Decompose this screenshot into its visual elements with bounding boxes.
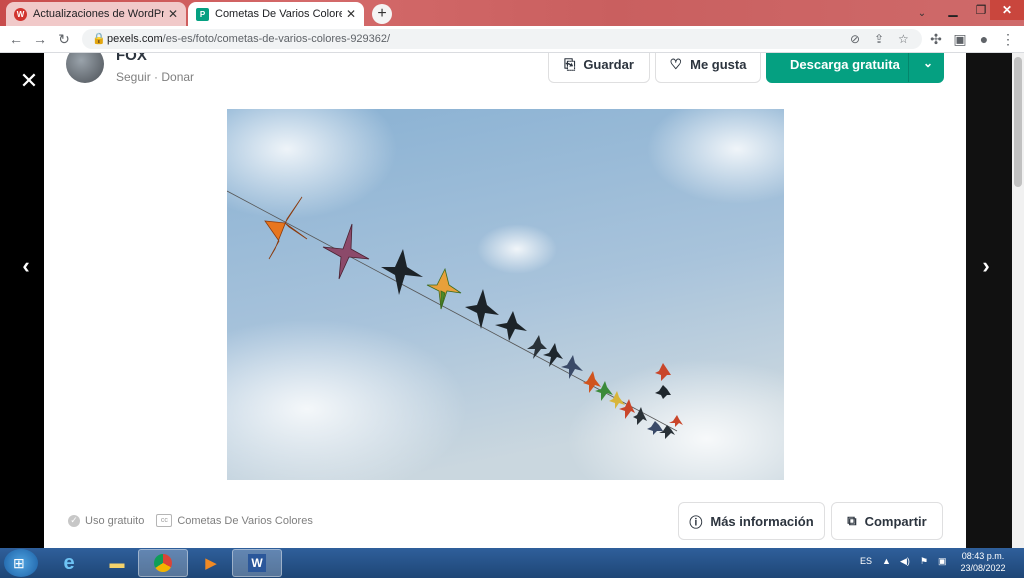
tab-title: Actualizaciones de WordPress ‹ D [33, 8, 164, 20]
clock-time: 08:43 p.m. [961, 551, 1005, 561]
heart-icon: ♡ [669, 55, 683, 72]
network-icon[interactable]: ▣ [938, 556, 947, 567]
new-tab-button[interactable]: + [372, 4, 392, 24]
avatar[interactable] [66, 53, 104, 83]
photo[interactable] [227, 109, 784, 480]
start-button[interactable]: ⊞ [4, 549, 38, 577]
close-modal-icon[interactable]: ✕ [18, 70, 40, 92]
wordpress-icon: W [14, 7, 27, 21]
cloud [477, 224, 557, 274]
windows-logo-icon: ⊞ [13, 555, 25, 571]
menu-icon[interactable]: ⋮ [998, 29, 1018, 49]
word-icon[interactable]: W [232, 549, 282, 577]
taskbar: ⊞ e ▬ ▶ W ES ▲ ◀) ⚑ ▣ 08:43 p.m. 23/08/2… [0, 548, 1024, 578]
scrollbar[interactable] [1012, 53, 1024, 548]
next-photo-icon[interactable]: › [974, 254, 998, 278]
eye-off-icon[interactable]: ⊘ [850, 32, 860, 46]
close-tab-icon[interactable]: ✕ [168, 7, 178, 21]
check-icon: ✓ [68, 514, 80, 527]
extensions-icon[interactable]: ✣ [926, 29, 946, 49]
like-button[interactable]: ♡ Me gusta [655, 53, 761, 83]
info-icon: ⓘ [689, 514, 703, 530]
previous-photo-icon[interactable]: ‹ [14, 254, 38, 278]
license-label[interactable]: Uso gratuito [85, 515, 144, 527]
url-path: /es-es/foto/cometas-de-varios-colores-92… [162, 33, 391, 45]
chevron-down-icon[interactable]: ⌄ [923, 56, 933, 70]
download-button[interactable]: Descarga gratuita ⌄ [766, 53, 944, 83]
more-info-label: Más información [710, 513, 814, 529]
download-label: Descarga gratuita [790, 56, 900, 72]
more-info-button[interactable]: ⓘ Más información [678, 502, 825, 540]
share-label: Compartir [864, 513, 927, 529]
pexels-icon: P [196, 7, 209, 21]
tab-pexels[interactable]: P Cometas De Varios Colores · Foto ✕ [188, 2, 364, 26]
browser-tab-bar: W Actualizaciones de WordPress ‹ D ✕ P C… [0, 0, 1024, 26]
close-window-button[interactable]: ✕ [990, 0, 1024, 20]
download-divider [908, 53, 909, 82]
back-icon[interactable]: ← [6, 29, 26, 49]
lock-icon: 🔒 [92, 33, 106, 45]
scrollbar-thumb[interactable] [1014, 57, 1022, 187]
clock-date: 23/08/2022 [960, 563, 1006, 573]
profile-icon[interactable]: ● [974, 29, 994, 49]
cc-icon: cc [156, 514, 173, 527]
internet-explorer-icon[interactable]: e [44, 549, 94, 577]
share-icon[interactable]: ⇪ [874, 32, 884, 46]
url-text: pexels.com/es-es/foto/cometas-de-varios-… [107, 33, 390, 45]
photo-modal: FOX Seguir · Donar ⎘ Guardar ♡ Me gusta … [44, 53, 966, 548]
volume-icon[interactable]: ◀) [900, 556, 910, 567]
media-player-icon[interactable]: ▶ [186, 549, 236, 577]
language-indicator[interactable]: ES [860, 556, 872, 566]
flag-icon[interactable]: ⚑ [920, 556, 928, 567]
tab-search-icon[interactable]: ⌄ [912, 4, 932, 22]
bookmark-star-icon[interactable]: ☆ [898, 32, 909, 46]
share-button[interactable]: ⧉ Compartir [831, 502, 943, 540]
author-name[interactable]: FOX [116, 53, 147, 64]
author-actions[interactable]: Seguir · Donar [116, 70, 194, 84]
photo-meta: ✓ Uso gratuito cc Cometas De Varios Colo… [68, 514, 313, 527]
reload-icon[interactable]: ↻ [54, 29, 74, 49]
tab-title: Cometas De Varios Colores · Foto [215, 8, 342, 20]
minimize-button[interactable]: ▁ [938, 0, 968, 20]
save-label: Guardar [583, 56, 634, 72]
close-tab-icon[interactable]: ✕ [346, 7, 356, 21]
url-host: pexels.com [107, 33, 163, 45]
forward-icon[interactable]: → [30, 29, 50, 49]
tab-wordpress[interactable]: W Actualizaciones de WordPress ‹ D ✕ [6, 2, 186, 26]
clock[interactable]: 08:43 p.m. 23/08/2022 [954, 550, 1012, 574]
address-bar[interactable]: 🔒 pexels.com/es-es/foto/cometas-de-vario… [82, 29, 922, 49]
photo-title: Cometas De Varios Colores [177, 514, 313, 527]
like-label: Me gusta [690, 56, 747, 72]
chrome-icon[interactable] [138, 549, 188, 577]
tray-arrow-icon[interactable]: ▲ [882, 556, 891, 566]
background-page [966, 53, 1012, 548]
save-button[interactable]: ⎘ Guardar [548, 53, 650, 83]
bookmark-icon: ⎘ [564, 55, 576, 72]
file-explorer-icon[interactable]: ▬ [92, 549, 142, 577]
sidebar-icon[interactable]: ▣ [950, 29, 970, 49]
browser-toolbar: ← → ↻ 🔒 pexels.com/es-es/foto/cometas-de… [0, 26, 1024, 53]
external-link-icon: ⧉ [847, 513, 857, 528]
